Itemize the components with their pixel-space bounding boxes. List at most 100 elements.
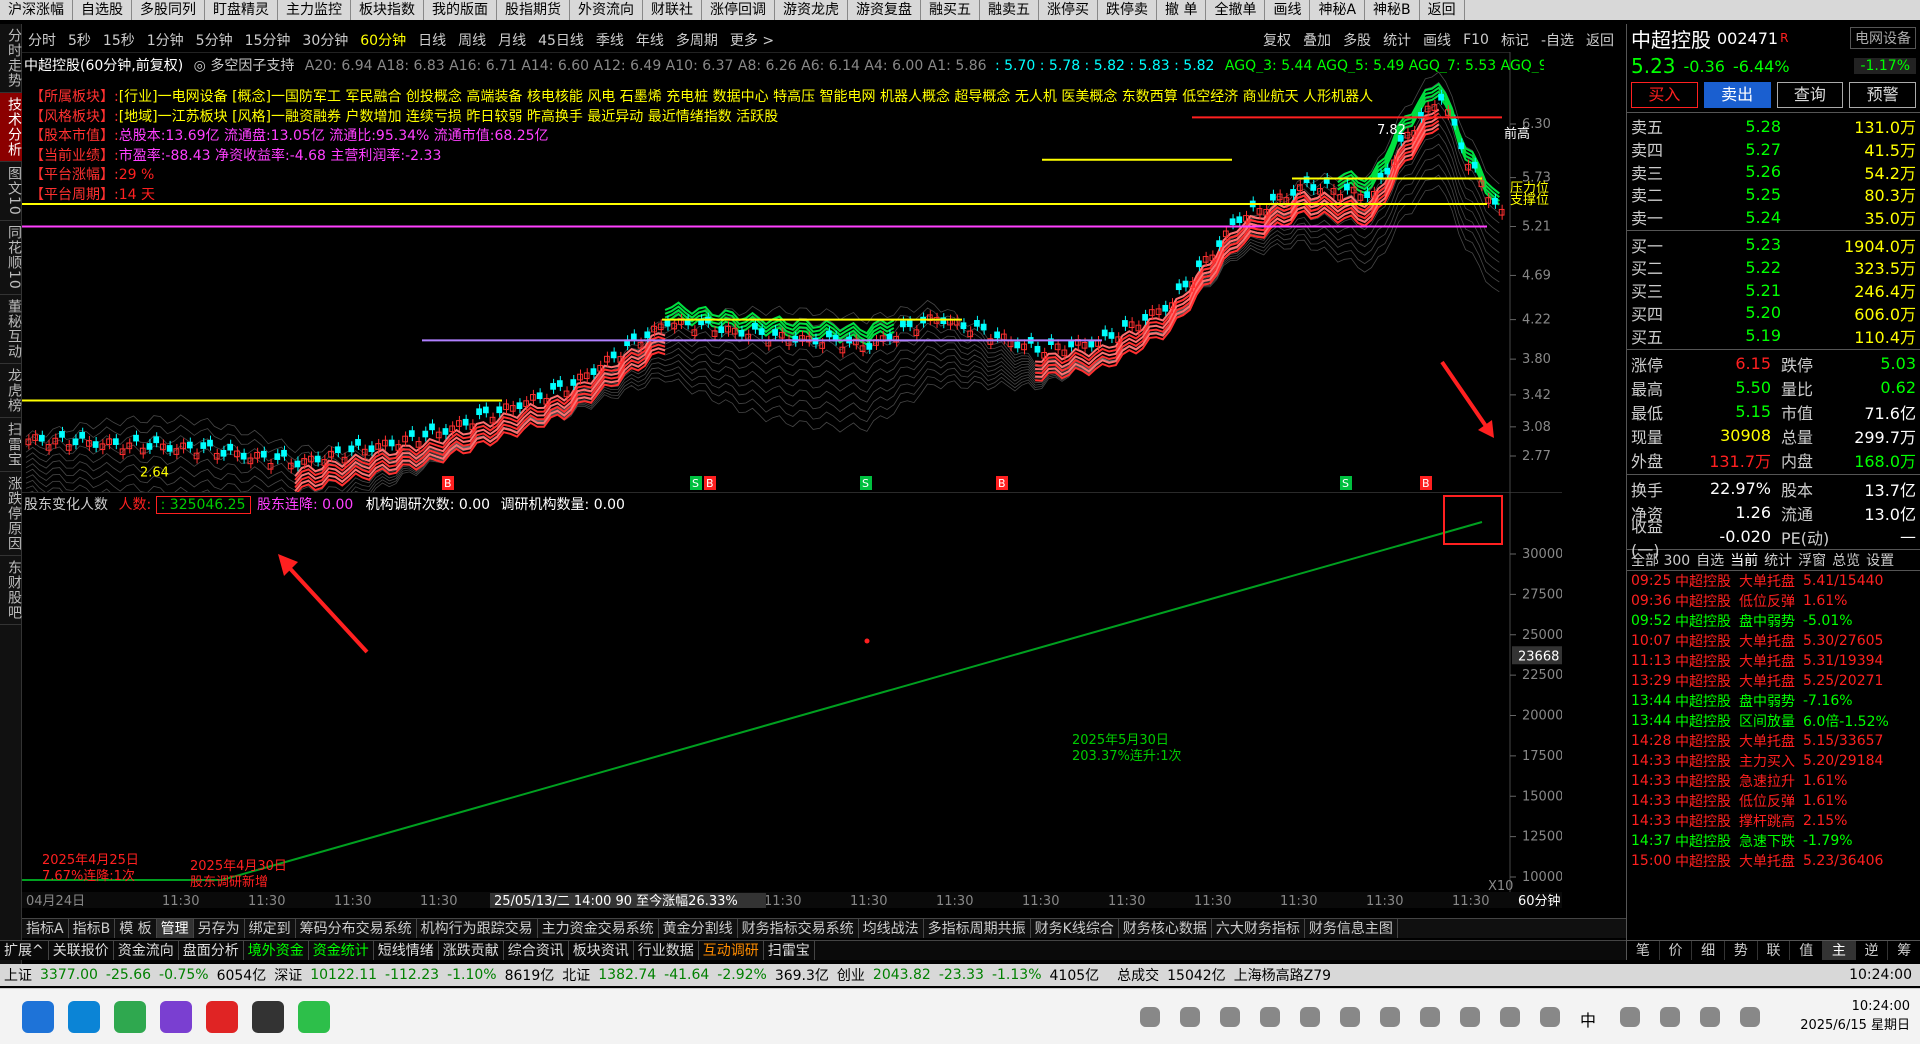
left-tab-5[interactable]: 龙虎榜 xyxy=(0,364,22,418)
event-row[interactable]: 09:25 中超控股 大单托盘 5.41/15440 xyxy=(1627,571,1920,591)
event-row[interactable]: 14:33 中超控股 急速拉升 1.61% xyxy=(1627,771,1920,791)
period-14[interactable]: 多周期 xyxy=(670,30,724,50)
indicator-tab-8[interactable]: 主力资金交易系统 xyxy=(538,919,659,938)
edge-tray-icon[interactable] xyxy=(1300,1007,1320,1027)
sell-button[interactable]: 卖出 xyxy=(1703,82,1771,108)
menu-item-8[interactable]: 外资流向 xyxy=(570,0,643,20)
menu-item-11[interactable]: 游资龙虎 xyxy=(775,0,848,20)
left-tab-3[interactable]: 同花顺10 xyxy=(0,221,22,295)
sync-icon[interactable] xyxy=(1620,1007,1640,1027)
menu-item-13[interactable]: 融买五 xyxy=(921,0,980,20)
period-0[interactable]: 分时 xyxy=(22,30,62,50)
menu-item-18[interactable]: 全撤单 xyxy=(1206,0,1266,20)
period-15[interactable]: 更多 > xyxy=(724,30,780,50)
panel-tab-6[interactable]: 主 xyxy=(1823,941,1856,960)
period-13[interactable]: 年线 xyxy=(630,30,670,50)
ext-tab-11[interactable]: 互动调研 xyxy=(699,941,764,960)
event-row[interactable]: 09:36 中超控股 低位反弹 1.61% xyxy=(1627,591,1920,611)
event-row[interactable]: 14:33 中超控股 主力买入 5.20/29184 xyxy=(1627,751,1920,771)
list-tab-2[interactable]: 当前 xyxy=(1730,550,1758,570)
ext-tab-12[interactable]: 扫雷宝 xyxy=(764,941,815,960)
indicator-tab-0[interactable]: 指标A xyxy=(22,919,69,938)
menu-item-10[interactable]: 涨停回调 xyxy=(702,0,775,20)
event-row[interactable]: 13:44 中超控股 区间放量 6.0倍-1.52% xyxy=(1627,711,1920,731)
panel-tab-1[interactable]: 价 xyxy=(1660,941,1693,960)
menu-item-0[interactable]: 沪深涨幅 xyxy=(0,0,73,20)
wechat-icon[interactable] xyxy=(298,1001,330,1033)
menu-item-7[interactable]: 股指期货 xyxy=(497,0,570,20)
sz-name[interactable]: 深证 xyxy=(270,965,306,985)
ext-tab-3[interactable]: 盘面分析 xyxy=(179,941,244,960)
period-5[interactable]: 15分钟 xyxy=(239,30,297,50)
left-tab-7[interactable]: 涨跌停原因 xyxy=(0,472,22,556)
list-tab-5[interactable]: 总览 xyxy=(1832,550,1860,570)
edge-icon[interactable] xyxy=(68,1001,100,1033)
menu-item-4[interactable]: 主力监控 xyxy=(278,0,351,20)
holder-indicator-chart[interactable]: 30000 27500 25000 22500 20000 17500 15000 12500… xyxy=(22,492,1562,908)
menu-item-9[interactable]: 财联社 xyxy=(643,0,702,20)
event-row[interactable]: 13:44 中超控股 盘中弱势 -7.16% xyxy=(1627,691,1920,711)
menu-item-5[interactable]: 板块指数 xyxy=(351,0,424,20)
ask-row[interactable]: 卖五 5.28 131.0万 xyxy=(1627,115,1920,138)
event-row[interactable]: 10:07 中超控股 大单托盘 5.30/27605 xyxy=(1627,631,1920,651)
event-row[interactable]: 09:52 中超控股 盘中弱势 -5.01% xyxy=(1627,611,1920,631)
ask-row[interactable]: 卖三 5.26 54.2万 xyxy=(1627,160,1920,183)
app-icon[interactable] xyxy=(114,1001,146,1033)
indicator-tab-7[interactable]: 机构行为跟踪交易 xyxy=(417,919,538,938)
monitor-icon[interactable] xyxy=(1660,1007,1680,1027)
indicator-tab-1[interactable]: 指标B xyxy=(69,919,116,938)
indicator-tab-5[interactable]: 绑定到 xyxy=(245,919,296,938)
ext-tab-7[interactable]: 涨跌贡献 xyxy=(439,941,504,960)
shield-icon[interactable] xyxy=(1500,1007,1520,1027)
indicator-title[interactable]: 股东变化人数 xyxy=(24,497,108,513)
left-tab-8[interactable]: 东财股吧 xyxy=(0,556,22,625)
search-tray-icon[interactable] xyxy=(1460,1007,1480,1027)
ext-tab-2[interactable]: 资金流向 xyxy=(114,941,179,960)
ext-tab-6[interactable]: 短线情绪 xyxy=(374,941,439,960)
left-tab-6[interactable]: 扫雷宝 xyxy=(0,418,22,472)
tool-4[interactable]: 画线 xyxy=(1417,30,1457,50)
bid-row[interactable]: 买四 5.20 606.0万 xyxy=(1627,302,1920,325)
start-icon[interactable] xyxy=(22,1001,54,1033)
ask-row[interactable]: 卖二 5.25 80.3万 xyxy=(1627,183,1920,206)
tool-6[interactable]: 标记 xyxy=(1495,30,1535,50)
menu-item-12[interactable]: 游资复盘 xyxy=(848,0,921,20)
menu-item-2[interactable]: 多股同列 xyxy=(132,0,205,20)
wechat-tray-icon[interactable] xyxy=(1420,1007,1440,1027)
menu-item-6[interactable]: 我的版面 xyxy=(424,0,497,20)
event-row[interactable]: 14:28 中超控股 大单托盘 5.15/33657 xyxy=(1627,731,1920,751)
ext-tab-9[interactable]: 板块资讯 xyxy=(569,941,634,960)
indicator-tab-10[interactable]: 财务指标交易系统 xyxy=(738,919,859,938)
indicator-tab-9[interactable]: 黄金分割线 xyxy=(659,919,738,938)
battery-icon[interactable] xyxy=(1740,1007,1760,1027)
period-6[interactable]: 30分钟 xyxy=(296,30,354,50)
buy-button[interactable]: 买入 xyxy=(1631,82,1698,108)
query-button[interactable]: 查询 xyxy=(1776,82,1844,108)
alert-button[interactable]: 预警 xyxy=(1849,82,1916,108)
indicator-tab-12[interactable]: 多指标周期共振 xyxy=(924,919,1031,938)
event-row[interactable]: 14:33 中超控股 撑杆跳高 2.15% xyxy=(1627,811,1920,831)
terminal-icon[interactable] xyxy=(252,1001,284,1033)
event-row[interactable]: 11:13 中超控股 大单托盘 5.31/19394 xyxy=(1627,651,1920,671)
menu-item-14[interactable]: 融卖五 xyxy=(980,0,1039,20)
period-4[interactable]: 5分钟 xyxy=(190,30,239,50)
indicator-tab-15[interactable]: 六大财务指标 xyxy=(1212,919,1305,938)
panel-tab-5[interactable]: 值 xyxy=(1790,941,1824,960)
menu-item-1[interactable]: 自选股 xyxy=(73,0,132,20)
indicator-name[interactable]: ◎ 多空因子支持 xyxy=(194,58,295,73)
list-tab-1[interactable]: 自选 xyxy=(1696,550,1724,570)
menu-item-3[interactable]: 盯盘精灵 xyxy=(205,0,278,20)
bz-name[interactable]: 北证 xyxy=(558,965,594,985)
panel-tab-0[interactable]: 笔 xyxy=(1627,941,1660,960)
tool-0[interactable]: 复权 xyxy=(1257,30,1297,50)
indicator-tab-14[interactable]: 财务核心数据 xyxy=(1119,919,1212,938)
ext-tab-5[interactable]: 资金统计 xyxy=(309,941,374,960)
tool-8[interactable]: 返回 xyxy=(1580,30,1620,50)
period-3[interactable]: 1分钟 xyxy=(141,30,190,50)
panel-tab-4[interactable]: 联 xyxy=(1758,941,1791,960)
indicator-tab-6[interactable]: 筹码分布交易系统 xyxy=(296,919,417,938)
bid-row[interactable]: 买五 5.19 110.4万 xyxy=(1627,324,1920,347)
bid-row[interactable]: 买三 5.21 246.4万 xyxy=(1627,279,1920,302)
feishu-icon[interactable] xyxy=(1180,1007,1200,1027)
period-1[interactable]: 5秒 xyxy=(62,30,97,50)
